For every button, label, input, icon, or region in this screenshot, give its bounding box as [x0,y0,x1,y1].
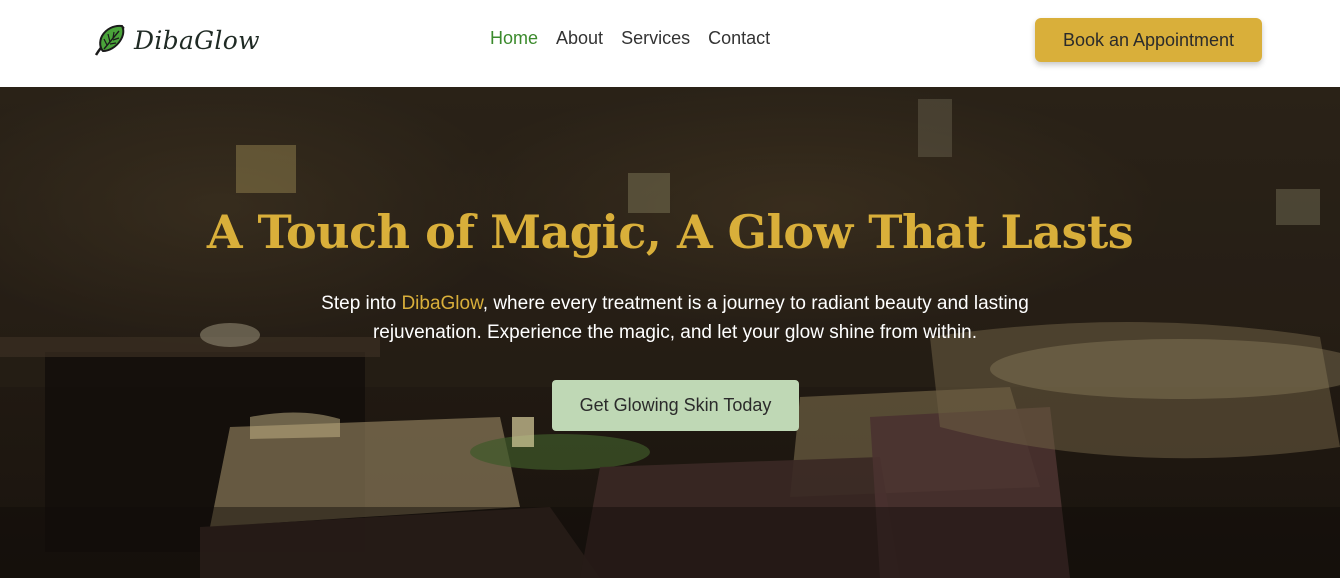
main-nav: Home About Services Contact [490,28,770,49]
hero-subtitle: Step into DibaGlow, where every treatmen… [300,289,1050,347]
logo[interactable]: DibaGlow [92,22,260,58]
hero-title: A Touch of Magic, A Glow That Lasts [206,205,1134,259]
hero-subtitle-prefix: Step into [321,293,402,314]
leaf-icon [94,24,125,56]
nav-about[interactable]: About [556,28,603,49]
logo-text: DibaGlow [134,25,260,55]
navbar: DibaGlow Home About Services Contact Boo… [0,0,1340,87]
book-appointment-button[interactable]: Book an Appointment [1035,18,1262,62]
nav-services[interactable]: Services [621,28,690,49]
get-glowing-skin-button[interactable]: Get Glowing Skin Today [552,380,799,431]
hero-subtitle-brand: DibaGlow [401,293,483,314]
nav-contact[interactable]: Contact [708,28,770,49]
hero-section: A Touch of Magic, A Glow That Lasts Step… [0,87,1340,578]
nav-home[interactable]: Home [490,28,538,49]
